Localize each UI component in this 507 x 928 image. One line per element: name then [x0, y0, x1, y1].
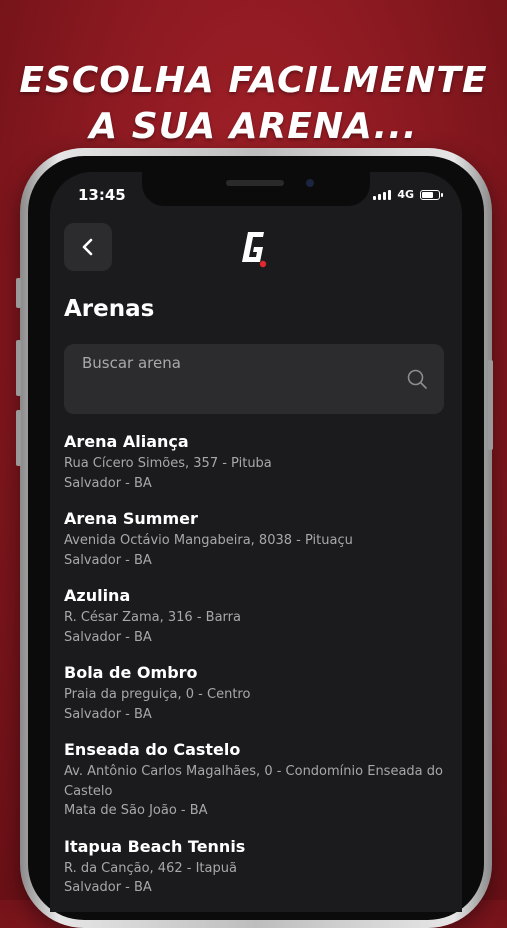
- search-box[interactable]: [64, 344, 444, 414]
- arena-city: Salvador - BA: [64, 880, 152, 895]
- power-button: [488, 360, 493, 450]
- promo-headline-line1: ESCOLHA FACILMENTE: [19, 60, 488, 101]
- arena-address: Rua Cícero Simões, 357 - Pituba: [64, 456, 272, 471]
- arena-address: Praia da preguiça, 0 - Centro: [64, 687, 251, 702]
- mute-switch: [16, 278, 21, 308]
- arena-address: Av. Antônio Carlos Magalhães, 0 - Condom…: [64, 764, 443, 799]
- arena-name: Enseada do Castelo: [64, 740, 241, 759]
- arena-city: Mata de São João - BA: [64, 803, 208, 818]
- back-button[interactable]: [64, 223, 112, 271]
- signal-icon: [373, 189, 392, 200]
- arena-name: Bola de Ombro: [64, 663, 198, 682]
- arena-address: Avenida Octávio Mangabeira, 8038 - Pitua…: [64, 533, 353, 548]
- arena-name: Arena Summer: [64, 509, 198, 528]
- arena-address: R. da Canção, 462 - Itapuã: [64, 860, 237, 876]
- battery-icon: [420, 189, 443, 200]
- notch: [142, 172, 370, 206]
- arena-list-item[interactable]: Azulina R. César Zama, 316 - Barra Salva…: [64, 584, 454, 647]
- arena-list-item[interactable]: Arena Summer Avenida Octávio Mangabeira,…: [64, 507, 454, 570]
- volume-down-button: [16, 410, 21, 466]
- page-title: Arenas: [64, 296, 155, 322]
- arena-name: Arena Aliança: [64, 432, 189, 451]
- arena-list-item[interactable]: Enseada do Castelo Av. Antônio Carlos Ma…: [64, 738, 454, 821]
- arena-city: Salvador - BA: [64, 552, 152, 568]
- volume-up-button: [16, 340, 21, 396]
- search-icon[interactable]: [406, 368, 428, 390]
- chevron-left-icon: [82, 238, 93, 256]
- search-input[interactable]: [80, 350, 404, 376]
- arena-name: Itapua Beach Tennis: [64, 836, 246, 856]
- status-indicators: 4G: [373, 188, 443, 201]
- arena-address: R. César Zama, 316 - Barra: [64, 610, 241, 625]
- speaker-grille: [226, 180, 284, 186]
- arena-name: Azulina: [64, 586, 131, 605]
- network-type: 4G: [397, 188, 414, 201]
- front-camera: [306, 179, 314, 187]
- status-time: 13:45: [78, 186, 126, 204]
- arena-list-item[interactable]: Arena Aliança Rua Cícero Simões, 357 - P…: [64, 430, 454, 493]
- app-screen: 13:45 4G Arenas Arena Aliança Rua Cícero…: [50, 172, 462, 912]
- promo-headline-line2: A SUA ARENA...: [89, 106, 418, 147]
- arena-list-item[interactable]: Bola de Ombro Praia da preguiça, 0 - Cen…: [64, 661, 454, 724]
- arena-city: Salvador - BA: [64, 475, 152, 491]
- arena-city: Salvador - BA: [64, 629, 152, 645]
- app-logo-icon: [242, 232, 267, 268]
- arena-list-item[interactable]: Itapua Beach Tennis R. da Canção, 462 - …: [64, 835, 454, 898]
- arena-list: Arena Aliança Rua Cícero Simões, 357 - P…: [64, 430, 454, 912]
- arena-city: Salvador - BA: [64, 706, 152, 722]
